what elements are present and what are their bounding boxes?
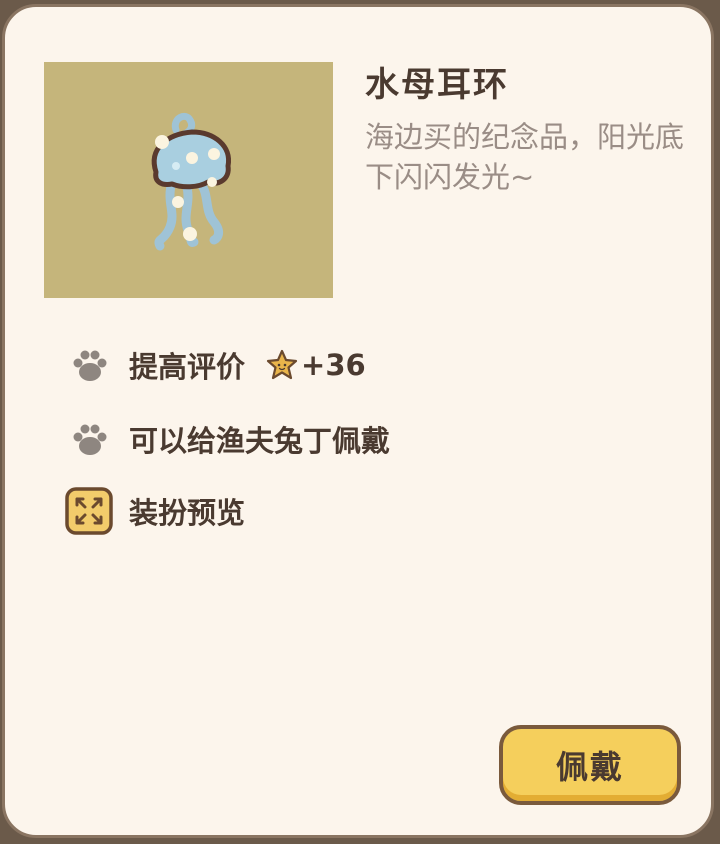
item-detail-card: 水母耳环 海边买的纪念品，阳光底下闪闪发光~ 提高评价 +36 可以给渔夫兔丁佩… [2,4,714,838]
jellyfish-earring-icon [151,112,232,251]
equip-button[interactable]: 佩戴 [499,725,681,805]
attribute-rating-row: 提高评价 +36 [63,341,366,389]
item-image [44,62,333,298]
item-description: 海边买的纪念品，阳光底下闪闪发光~ [365,120,685,194]
paw-icon [63,341,115,389]
rating-bonus: +36 [265,348,366,382]
rating-bonus-value: +36 [301,348,366,382]
attribute-label: 可以给渔夫兔丁佩戴 [129,424,391,458]
attribute-label: 提高评价 [129,350,246,384]
preview-label[interactable]: 装扮预览 [129,490,245,532]
item-title: 水母耳环 [365,65,509,105]
dress-up-preview-row[interactable]: 装扮预览 [63,487,245,535]
paw-icon [63,415,115,463]
expand-icon[interactable] [63,487,115,535]
star-icon [266,349,298,380]
attribute-wearer-row: 可以给渔夫兔丁佩戴 [63,415,390,463]
